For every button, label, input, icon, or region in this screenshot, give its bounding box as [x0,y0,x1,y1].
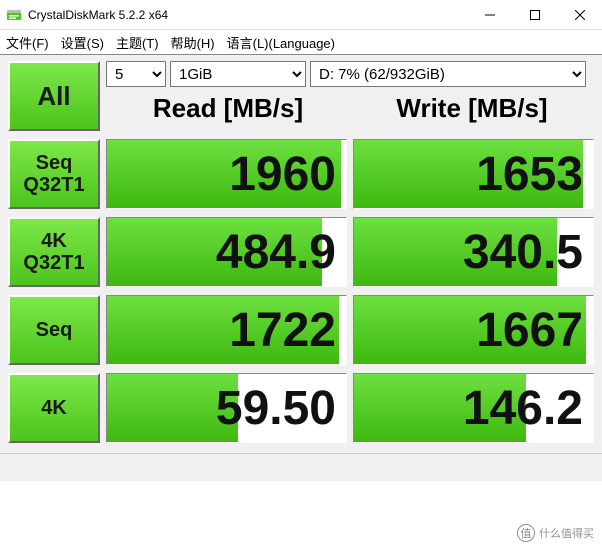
seq-button[interactable]: Seq [8,295,100,365]
close-button[interactable] [557,0,602,30]
seq-q32t1-read: 1960 [106,139,347,209]
row-seq-q32t1: Seq Q32T1 1960 1653 [8,139,594,209]
statusbar [0,453,602,481]
all-button[interactable]: All [8,61,100,131]
watermark-text: 什么值得买 [539,525,594,541]
menu-language[interactable]: 语言(L)(Language) [227,33,335,52]
menu-settings[interactable]: 设置(S) [61,33,104,52]
r4k-button[interactable]: 4K [8,373,100,443]
test-size-select[interactable]: 1GiB [170,61,306,87]
write-header: Write [MB/s] [350,93,594,124]
maximize-button[interactable] [512,0,557,30]
r4k-read: 59.50 [106,373,347,443]
app-icon [6,7,22,23]
test-count-select[interactable]: 5 [106,61,166,87]
read-header: Read [MB/s] [106,93,350,124]
drive-select[interactable]: D: 7% (62/932GiB) [310,61,586,87]
r4k-q32t1-write: 340.5 [353,217,594,287]
content-area: All 5 1GiB D: 7% (62/932GiB) Read [MB/s]… [0,54,602,453]
menu-help[interactable]: 帮助(H) [171,33,215,52]
menu-file[interactable]: 文件(F) [6,33,49,52]
window-controls [467,0,602,30]
r4k-q32t1-button[interactable]: 4K Q32T1 [8,217,100,287]
seq-q32t1-write: 1653 [353,139,594,209]
watermark: 值 什么值得买 [517,524,594,542]
all-button-label: All [37,82,70,111]
menu-theme[interactable]: 主题(T) [116,33,159,52]
menubar: 文件(F) 设置(S) 主题(T) 帮助(H) 语言(L)(Language) [0,30,602,54]
titlebar: CrystalDiskMark 5.2.2 x64 [0,0,602,30]
watermark-icon: 值 [517,524,535,542]
seq-write: 1667 [353,295,594,365]
window-title: CrystalDiskMark 5.2.2 x64 [28,8,467,22]
row-4k-q32t1: 4K Q32T1 484.9 340.5 [8,217,594,287]
row-4k: 4K 59.50 146.2 [8,373,594,443]
r4k-q32t1-read: 484.9 [106,217,347,287]
r4k-write: 146.2 [353,373,594,443]
row-seq: Seq 1722 1667 [8,295,594,365]
seq-q32t1-button[interactable]: Seq Q32T1 [8,139,100,209]
minimize-button[interactable] [467,0,512,30]
seq-read: 1722 [106,295,347,365]
